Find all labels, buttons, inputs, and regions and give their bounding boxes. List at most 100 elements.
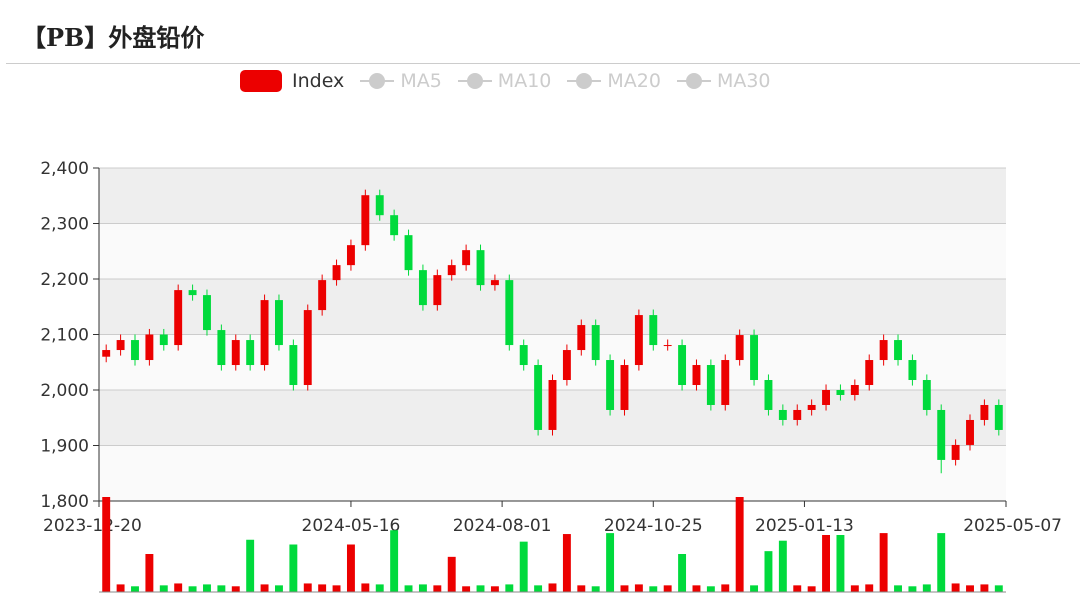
volume-bar <box>620 585 629 592</box>
candle-body <box>159 334 168 346</box>
candle-body <box>447 265 456 276</box>
volume-bar <box>534 585 543 592</box>
volume-bar <box>735 497 744 592</box>
volume-bar <box>980 584 989 592</box>
volume-bar <box>131 586 139 592</box>
y-tick-label: 2,200 <box>40 270 89 290</box>
volume-bar <box>447 556 456 592</box>
candle-body <box>275 300 283 346</box>
grid-band <box>99 445 1006 501</box>
volume-bar <box>591 586 600 592</box>
volume-bar <box>260 584 269 592</box>
candle-body <box>418 270 427 306</box>
volume-bar <box>879 533 888 592</box>
candle-body <box>966 419 974 445</box>
y-tick-label: 2,000 <box>40 381 89 401</box>
volume-bar <box>188 586 197 592</box>
volume-bar <box>937 533 946 592</box>
volume-bar <box>562 534 571 592</box>
volume-bar <box>577 585 586 592</box>
candle-body <box>750 335 759 381</box>
candle-body <box>908 360 917 381</box>
candle-body <box>188 290 197 296</box>
x-tick-label: 2025-01-13 <box>755 516 854 536</box>
volume-bar <box>678 554 687 592</box>
volume-bar <box>649 586 658 592</box>
grid-band <box>99 279 1006 335</box>
volume-bar <box>850 585 859 592</box>
candle-body <box>145 334 154 361</box>
volume-bar <box>663 585 672 592</box>
volume-bar <box>390 530 399 592</box>
candle-body <box>116 340 125 351</box>
volume-bar <box>318 584 327 592</box>
candle-body <box>649 315 658 346</box>
y-tick-label: 1,900 <box>40 437 89 457</box>
volume-bar <box>275 585 283 592</box>
candle-body <box>606 360 615 410</box>
candle-body <box>390 215 399 236</box>
volume-bar <box>203 584 211 592</box>
candle-body <box>836 390 845 395</box>
candle-body <box>764 380 773 410</box>
candle-body <box>634 315 643 366</box>
volume-bar <box>951 583 960 592</box>
y-tick-label: 1,800 <box>40 492 89 512</box>
volume-bar <box>836 535 845 592</box>
volume-bar <box>894 585 902 592</box>
candle-body <box>807 404 816 410</box>
volume-bar <box>706 586 715 592</box>
candle-body <box>548 380 557 430</box>
volume-bar <box>865 584 874 592</box>
candlestick-chart: 1,800 1,900 2,000 2,100 2,200 2,300 2,400 2023-… <box>40 159 1062 593</box>
volume-bar <box>303 583 312 592</box>
candle-body <box>404 235 413 271</box>
candle-body <box>289 345 298 386</box>
candle-body <box>332 265 341 281</box>
volume-bar <box>793 585 802 592</box>
candle-body <box>217 330 226 366</box>
x-tick-label: 2023-12-20 <box>43 516 142 536</box>
candle-body <box>822 390 830 405</box>
volume-bar <box>807 586 816 592</box>
candle-body <box>980 404 989 420</box>
volume-bar <box>217 585 226 592</box>
candle-body <box>591 325 600 361</box>
volume-bar <box>490 586 499 592</box>
y-tick-label: 2,400 <box>40 159 89 179</box>
candle-body <box>562 350 571 381</box>
volume-bar <box>404 585 413 592</box>
candle-body <box>174 290 183 346</box>
volume-bar <box>519 541 528 592</box>
candle-body <box>793 409 802 420</box>
volume-bar <box>476 585 485 592</box>
volume-bar <box>966 585 974 592</box>
candle-body <box>102 350 111 357</box>
volume-bar <box>922 584 931 592</box>
candle-body <box>519 345 528 366</box>
candle-body <box>577 325 586 351</box>
volume-bar <box>361 583 370 592</box>
candle-body <box>534 365 543 430</box>
candle-body <box>620 365 629 410</box>
volume-bar <box>721 584 730 592</box>
candle-body <box>505 280 514 346</box>
candle-body <box>318 280 327 311</box>
volume-bar <box>375 584 384 592</box>
volume-bar <box>548 583 557 592</box>
volume-bar <box>174 583 183 592</box>
volume-bar <box>634 584 643 592</box>
candle-body <box>721 360 730 405</box>
candle-body <box>678 345 687 386</box>
x-tick-label: 2024-10-25 <box>604 516 703 536</box>
volume-bar <box>750 585 759 592</box>
candle-body <box>303 310 312 386</box>
volume-bar <box>606 533 615 592</box>
candle-body <box>778 409 787 420</box>
volume-bar <box>332 585 341 592</box>
volume-bar <box>994 585 1003 592</box>
candle-body <box>260 300 269 366</box>
candle-body <box>865 360 874 386</box>
volume-bar <box>116 584 125 592</box>
candle-body <box>994 404 1003 430</box>
